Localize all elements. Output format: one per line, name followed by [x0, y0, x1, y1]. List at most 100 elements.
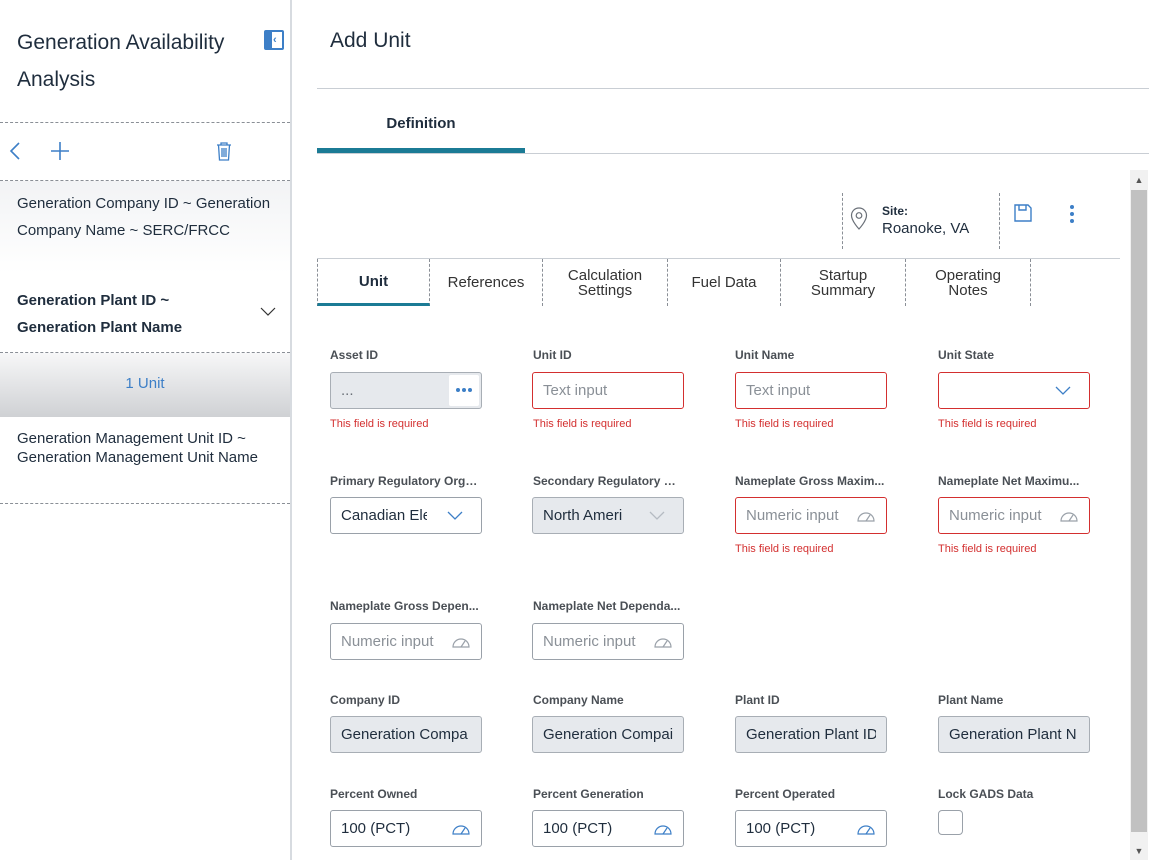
tab-startup-summary[interactable]: Startup Summary — [781, 259, 906, 306]
scroll-up-icon[interactable]: ▲ — [1132, 173, 1146, 187]
company-id-label: Company ID — [330, 693, 401, 707]
nameplate-net-dep-input[interactable] — [543, 624, 655, 659]
tab-operating-notes[interactable]: Operating Notes — [906, 259, 1031, 306]
nameplate-net-max-input[interactable] — [949, 498, 1061, 533]
subtab-bar: Unit References Calculation Settings Fue… — [317, 258, 1120, 306]
unit-id-input[interactable] — [543, 373, 639, 408]
gauge-icon — [654, 638, 672, 648]
more-options-icon[interactable] — [1062, 203, 1082, 225]
asset-id-error: This field is required — [330, 418, 429, 430]
gauge-icon — [1060, 512, 1078, 522]
asset-id-field[interactable]: ... — [330, 372, 482, 409]
sidebar-title: Generation Availability Analysis — [17, 31, 225, 91]
lock-gads-label: Lock GADS Data — [938, 787, 1034, 801]
plant-name-field[interactable]: Generation Plant N — [938, 716, 1090, 753]
chevron-left-icon: ‹ — [273, 34, 277, 46]
nameplate-gross-dep-label: Nameplate Gross Depen... — [330, 599, 479, 613]
tab-references[interactable]: References — [430, 259, 543, 306]
nameplate-net-dep-field[interactable] — [532, 623, 684, 660]
percent-generation-label: Percent Generation — [533, 787, 644, 801]
company-name-field[interactable]: Generation Compai — [532, 716, 684, 753]
unit-name-input[interactable] — [746, 373, 842, 408]
asset-id-value: ... — [341, 382, 354, 399]
percent-generation-value: 100 (PCT) — [543, 820, 613, 837]
site-info: Site: Roanoke, VA — [842, 193, 1000, 249]
chevron-down-icon — [260, 307, 276, 316]
nameplate-gross-max-label: Nameplate Gross Maxim... — [735, 474, 885, 488]
company-name-value: Generation Compai — [543, 726, 673, 743]
scroll-down-icon[interactable]: ▼ — [1132, 844, 1146, 858]
nameplate-net-max-error: This field is required — [938, 543, 1037, 555]
nameplate-net-max-field[interactable] — [938, 497, 1090, 534]
asset-picker-button[interactable] — [449, 375, 479, 406]
sidebar-item-management-unit[interactable]: Generation Management Unit ID ~ Generati… — [0, 429, 290, 467]
nameplate-gross-max-field[interactable] — [735, 497, 887, 534]
tab-definition[interactable]: Definition — [317, 104, 525, 153]
secondary-regulatory-value: North Ameri — [543, 507, 623, 524]
gauge-icon — [654, 825, 672, 835]
nameplate-gross-dep-input[interactable] — [341, 624, 453, 659]
nameplate-net-max-label: Nameplate Net Maximu... — [938, 474, 1080, 488]
sidebar-item-unit[interactable]: 1 Unit — [0, 353, 290, 417]
tab-fuel-data[interactable]: Fuel Data — [668, 259, 781, 306]
site-value: Roanoke, VA — [882, 220, 970, 237]
sidebar-toolbar — [0, 123, 290, 180]
percent-owned-value: 100 (PCT) — [341, 820, 411, 837]
nameplate-gross-dep-field[interactable] — [330, 623, 482, 660]
unit-name-field[interactable] — [735, 372, 887, 409]
sidebar-item-plant[interactable]: Generation Plant ID ~ Generation Plant N… — [0, 287, 290, 351]
percent-operated-label: Percent Operated — [735, 787, 836, 801]
lock-gads-checkbox[interactable] — [938, 810, 963, 835]
gauge-icon — [857, 512, 875, 522]
tab-calculation-settings[interactable]: Calculation Settings — [543, 259, 668, 306]
divider — [0, 503, 290, 504]
sidebar-item-company[interactable]: Generation Company ID ~ Generation Compa… — [0, 181, 290, 273]
gauge-icon — [857, 825, 875, 835]
site-label: Site: — [882, 204, 909, 218]
chevron-down-icon — [447, 511, 463, 520]
nameplate-gross-max-error: This field is required — [735, 543, 834, 555]
sidebar: Generation Availability Analysis ‹ Gener… — [0, 0, 292, 860]
secondary-regulatory-dropdown[interactable]: North Ameri — [532, 497, 684, 534]
tab-unit[interactable]: Unit — [317, 259, 430, 306]
gauge-icon — [452, 825, 470, 835]
percent-generation-field[interactable]: 100 (PCT) — [532, 810, 684, 847]
divider — [317, 88, 1149, 89]
unit-id-error: This field is required — [533, 418, 632, 430]
plant-id-label: Plant ID — [735, 693, 780, 707]
collapse-sidebar-button[interactable]: ‹ — [264, 30, 284, 50]
back-icon[interactable] — [4, 139, 28, 163]
plant-id-field[interactable]: Generation Plant ID — [735, 716, 887, 753]
percent-operated-value: 100 (PCT) — [746, 820, 816, 837]
delete-icon[interactable] — [212, 139, 236, 163]
scrollbar-thumb[interactable] — [1131, 190, 1147, 832]
sidebar-item-label: Generation Plant ID ~ Generation Plant N… — [17, 292, 183, 336]
chevron-down-icon — [1055, 386, 1071, 395]
add-icon[interactable] — [48, 139, 72, 163]
location-pin-icon — [850, 207, 868, 230]
unit-id-field[interactable] — [532, 372, 684, 409]
unit-state-value — [949, 373, 1035, 408]
percent-operated-field[interactable]: 100 (PCT) — [735, 810, 887, 847]
unit-id-label: Unit ID — [533, 348, 572, 362]
primary-regulatory-dropdown[interactable]: Canadian Ele — [330, 497, 482, 534]
unit-name-error: This field is required — [735, 418, 834, 430]
company-id-field[interactable]: Generation Compa — [330, 716, 482, 753]
secondary-regulatory-label: Secondary Regulatory Or... — [533, 474, 685, 488]
percent-owned-label: Percent Owned — [330, 787, 418, 801]
unit-name-label: Unit Name — [735, 348, 795, 362]
plant-name-label: Plant Name — [938, 693, 1004, 707]
nameplate-net-dep-label: Nameplate Net Dependa... — [533, 599, 681, 613]
percent-owned-field[interactable]: 100 (PCT) — [330, 810, 482, 847]
company-name-label: Company Name — [533, 693, 624, 707]
plant-name-value: Generation Plant N — [949, 726, 1077, 743]
company-id-value: Generation Compa — [341, 726, 468, 743]
asset-id-label: Asset ID — [330, 348, 379, 362]
unit-state-error: This field is required — [938, 418, 1037, 430]
save-icon[interactable] — [1013, 203, 1033, 223]
page-title: Add Unit — [330, 29, 411, 52]
primary-regulatory-value: Canadian Ele — [341, 507, 427, 524]
primary-regulatory-label: Primary Regulatory Orga... — [330, 474, 482, 488]
nameplate-gross-max-input[interactable] — [746, 498, 858, 533]
unit-state-dropdown[interactable] — [938, 372, 1090, 409]
